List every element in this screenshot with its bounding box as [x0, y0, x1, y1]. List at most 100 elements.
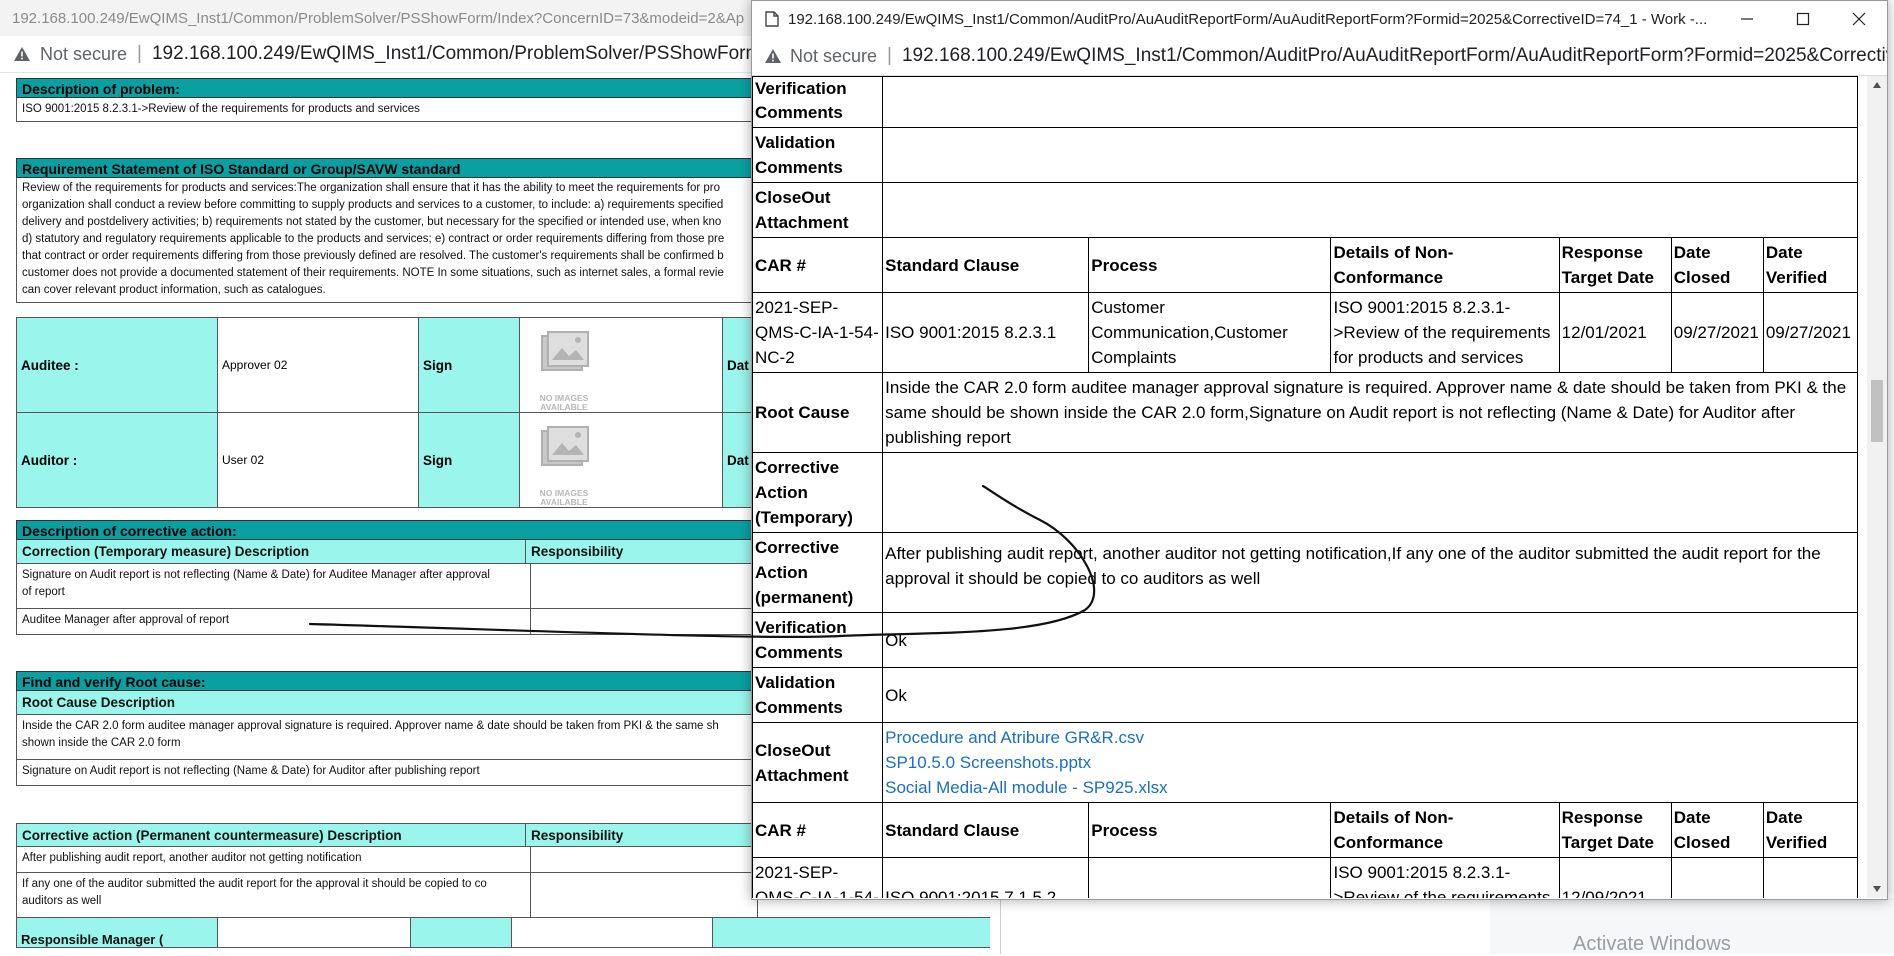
- date-label: [713, 918, 990, 948]
- table-row: Validation Comments: [752, 127, 1858, 183]
- minimize-button[interactable]: [1719, 1, 1775, 37]
- closeout-value: [882, 182, 1858, 238]
- car-number: 2021-SEP-QMS-C-IA-1-54-OFI-3: [752, 857, 884, 898]
- ca-permanent-value: After publishing audit report, another a…: [882, 532, 1858, 613]
- validation-label: Validation Comments: [752, 667, 884, 723]
- correction-line: of report: [22, 586, 65, 598]
- col-correction-desc: Correction (Temporary measure) Descripti…: [22, 544, 310, 559]
- address-separator: |: [137, 43, 142, 64]
- auditor-name: User 02: [217, 412, 419, 508]
- audit-report-content: Verification Comments Validation Comment…: [752, 76, 1867, 898]
- front-window-title: 192.168.100.249/EwQIMS_Inst1/Common/Audi…: [788, 10, 1708, 28]
- col-standard-clause: Standard Clause: [882, 802, 1090, 858]
- auditee-signature-cell: NO IMAGES AVAILABLE: [519, 317, 723, 413]
- response-target-date: 12/01/2021: [1558, 292, 1672, 373]
- no-image-icon: [541, 426, 589, 466]
- table-row: Validation Comments Ok: [752, 667, 1858, 723]
- no-image-icon: [541, 331, 589, 371]
- car-data-row: 2021-SEP-QMS-C-IA-1-54-OFI-3 ISO 9001:20…: [752, 857, 1859, 898]
- not-secure-label[interactable]: Not secure: [790, 46, 877, 67]
- col-car-no: CAR #: [752, 237, 884, 293]
- no-image-placeholder: NO IMAGES AVAILABLE: [524, 415, 604, 507]
- maximize-button[interactable]: [1775, 1, 1831, 37]
- sign-label: [411, 918, 512, 948]
- back-window-title: 192.168.100.249/EwQIMS_Inst1/Common/Prob…: [12, 9, 745, 27]
- signature-cell: [512, 918, 713, 948]
- scrollbar-thumb[interactable]: [1871, 380, 1883, 442]
- car-number: 2021-SEP-QMS-C-IA-1-54-NC-2: [752, 292, 884, 373]
- permanent-line: auditors as well: [22, 895, 102, 907]
- front-window-titlebar[interactable]: 192.168.100.249/EwQIMS_Inst1/Common/Audi…: [752, 1, 1887, 37]
- activate-windows-watermark: Activate Windows: [1573, 933, 1731, 955]
- date-closed: 09/27/2021: [1670, 292, 1764, 373]
- maximize-icon: [1796, 12, 1810, 26]
- root-cause-label: Root Cause: [752, 372, 884, 453]
- sign-label: Sign: [418, 412, 520, 508]
- minimize-icon: [1741, 18, 1753, 20]
- ca-permanent-label: Corrective Action (permanent): [752, 532, 884, 613]
- no-image-text: AVAILABLE: [540, 402, 588, 412]
- col-details: Details of Non-Conformance: [1330, 237, 1560, 293]
- closeout-label: CloseOut Attachment: [752, 722, 884, 803]
- col-permanent-desc: Corrective action (Permanent countermeas…: [22, 828, 402, 843]
- responsible-manager-row: Responsible Manager (: [16, 918, 990, 948]
- auditor-signature-cell: NO IMAGES AVAILABLE: [519, 412, 723, 508]
- col-details: Details of Non-Conformance: [1330, 802, 1560, 858]
- ca-temporary-label: Corrective Action (Temporary): [752, 452, 884, 533]
- close-icon: [1852, 12, 1866, 26]
- ca-temporary-value: [882, 452, 1858, 533]
- table-row: Corrective Action (permanent) After publ…: [752, 532, 1858, 613]
- back-url[interactable]: 192.168.100.249/EwQIMS_Inst1/Common/Prob…: [152, 43, 837, 65]
- date-verified: [1762, 857, 1859, 898]
- attachment-link[interactable]: Social Media-All module - SP925.xlsx: [885, 775, 1855, 800]
- car-header-row: CAR # Standard Clause Process Details of…: [752, 237, 1859, 293]
- auditee-name: Approver 02: [217, 317, 419, 413]
- date-closed: [1670, 857, 1764, 898]
- responsible-manager-name: [218, 918, 411, 948]
- col-responsibility: Responsibility: [525, 540, 753, 563]
- close-button[interactable]: [1831, 1, 1887, 37]
- front-url[interactable]: 192.168.100.249/EwQIMS_Inst1/Common/Audi…: [902, 45, 1887, 67]
- col-response-target-date: Response Target Date: [1558, 237, 1672, 293]
- scroll-up-icon: [1873, 82, 1881, 88]
- no-image-placeholder: NO IMAGES AVAILABLE: [524, 320, 604, 412]
- standard-clause: ISO 9001:2015 7.1.5.2: [882, 857, 1090, 898]
- table-row: CloseOut Attachment: [752, 182, 1858, 238]
- auditor-label: Auditor :: [16, 412, 218, 508]
- table-row: Verification Comments: [752, 76, 1858, 128]
- not-secure-label[interactable]: Not secure: [40, 44, 127, 65]
- window-controls: [1719, 1, 1887, 37]
- car-data-row: 2021-SEP-QMS-C-IA-1-54-NC-2 ISO 9001:201…: [752, 292, 1859, 373]
- attachment-list: Procedure and Atribure GR&R.csv SP10.5.0…: [882, 722, 1858, 803]
- warning-icon[interactable]: [12, 44, 32, 64]
- sign-label: Sign: [418, 317, 520, 413]
- scroll-up-button[interactable]: [1867, 76, 1887, 94]
- validation-value: [882, 127, 1858, 183]
- process: Customer Communication,Customer Complain…: [1088, 292, 1332, 373]
- scroll-down-button[interactable]: [1867, 880, 1887, 898]
- col-standard-clause: Standard Clause: [882, 237, 1090, 293]
- col-car-no: CAR #: [752, 802, 884, 858]
- process: [1088, 857, 1332, 898]
- warning-icon[interactable]: [764, 46, 782, 66]
- verification-label: Verification Comments: [752, 612, 884, 668]
- table-row: Verification Comments Ok: [752, 612, 1858, 668]
- validation-label: Validation Comments: [752, 127, 884, 183]
- verification-value: [882, 76, 1858, 128]
- permanent-text: After publishing audit report, another a…: [22, 852, 362, 864]
- col-date-closed: Date Closed: [1670, 237, 1764, 293]
- table-row: Root Cause Inside the CAR 2.0 form audit…: [752, 372, 1858, 453]
- attachment-link[interactable]: SP10.5.0 Screenshots.pptx: [885, 750, 1855, 775]
- responsible-manager-label: Responsible Manager (: [16, 918, 218, 948]
- front-address-bar[interactable]: Not secure | 192.168.100.249/EwQIMS_Inst…: [752, 37, 1887, 76]
- table-row: CloseOut Attachment Procedure and Atribu…: [752, 722, 1858, 803]
- vertical-scrollbar[interactable]: [1867, 76, 1887, 898]
- col-process: Process: [1088, 802, 1332, 858]
- closeout-label: CloseOut Attachment: [752, 182, 884, 238]
- verification-value: Ok: [882, 612, 1858, 668]
- col-response-target-date: Response Target Date: [1558, 802, 1672, 858]
- responsibility-cell: [530, 564, 757, 608]
- attachment-link[interactable]: Procedure and Atribure GR&R.csv: [885, 725, 1855, 750]
- responsibility-cell: [530, 847, 757, 872]
- col-root-desc: Root Cause Description: [22, 695, 176, 710]
